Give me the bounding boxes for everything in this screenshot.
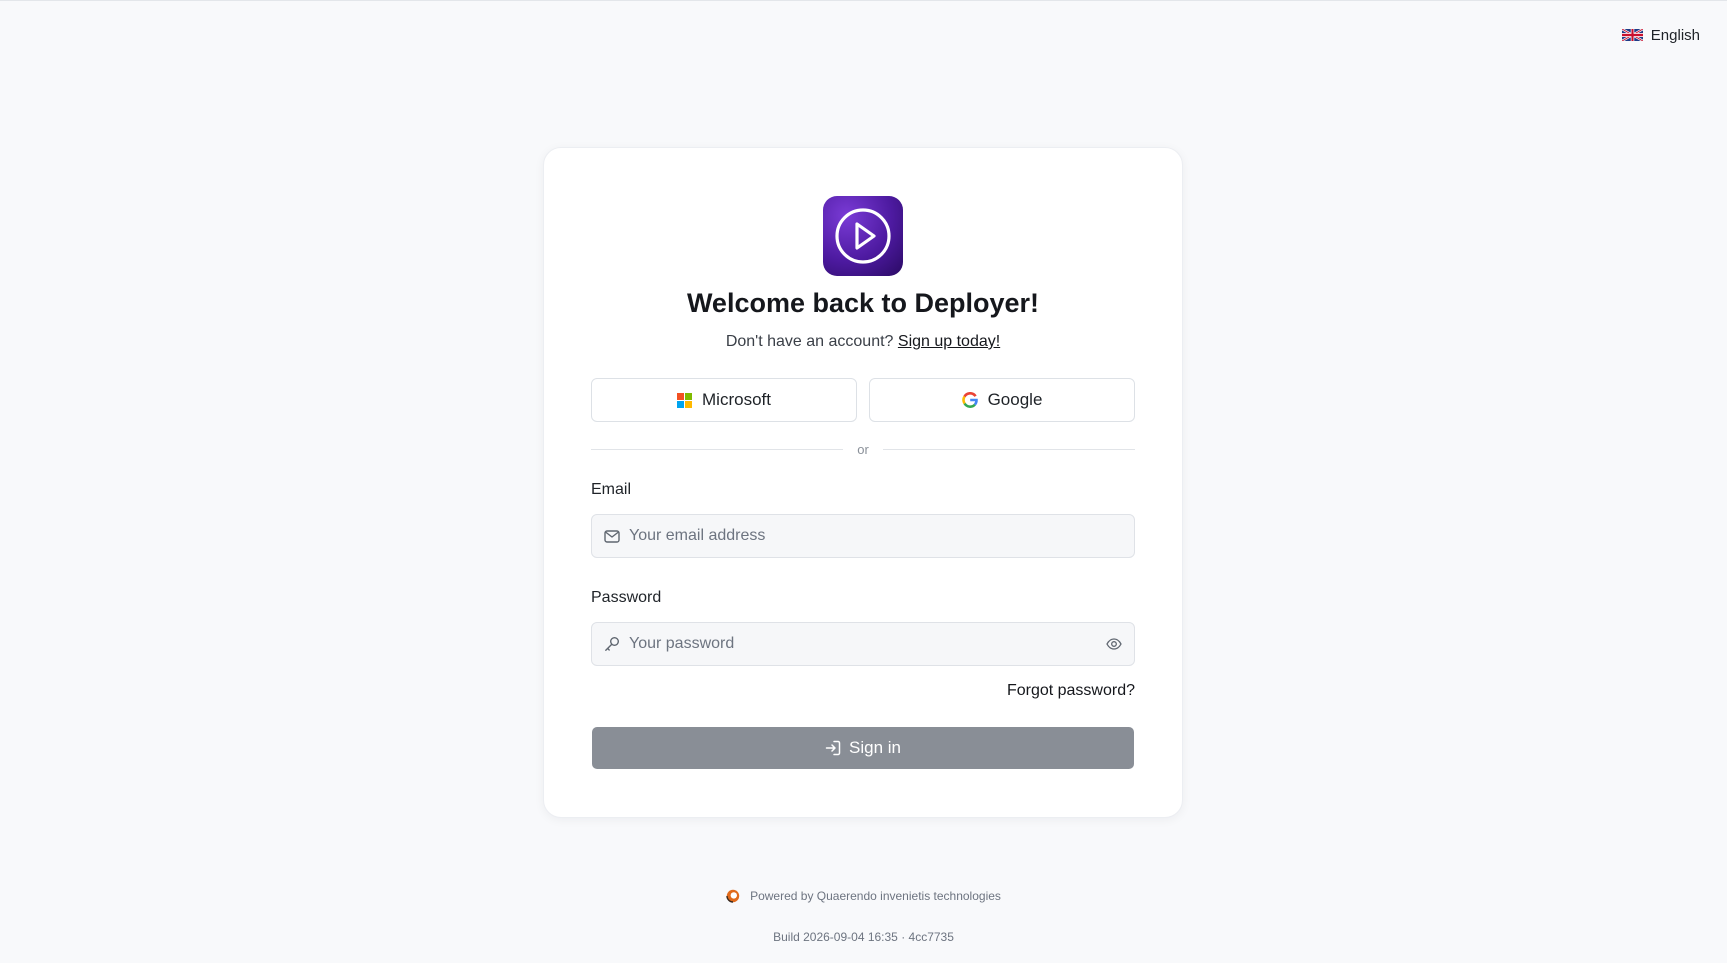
build-info: Build 2026-09-04 16:35 · 4cc7735 — [773, 930, 954, 944]
login-card: Welcome back to Deployer! Don't have an … — [543, 147, 1183, 818]
mail-icon — [603, 527, 621, 545]
quaerendo-logo-icon — [726, 889, 740, 903]
email-label: Email — [591, 481, 632, 498]
signup-prompt-text: Don't have an account? — [725, 333, 894, 350]
password-field[interactable] — [621, 623, 1105, 665]
google-label: Google — [987, 390, 1043, 409]
play-circle-icon — [835, 208, 891, 264]
powered-by-text: Powered by Quaerendo invenietis technolo… — [750, 889, 1001, 903]
or-divider: or — [591, 440, 1135, 458]
language-selector[interactable]: English — [1621, 25, 1700, 45]
sign-in-icon — [825, 740, 841, 756]
divider-line-right — [882, 448, 1135, 450]
email-field-wrapper — [591, 514, 1135, 558]
password-label: Password — [591, 589, 662, 606]
divider-text: or — [857, 441, 869, 457]
page-title: Welcome back to Deployer! — [686, 288, 1040, 318]
eye-icon[interactable] — [1105, 635, 1123, 653]
microsoft-login-button[interactable]: Microsoft — [591, 378, 857, 422]
forgot-password-link[interactable]: Forgot password? — [1007, 682, 1135, 700]
sign-in-label: Sign in — [849, 738, 901, 757]
email-field[interactable] — [621, 515, 1134, 557]
divider-line-left — [591, 448, 844, 450]
key-icon — [603, 635, 621, 653]
sign-in-button[interactable]: Sign in — [592, 727, 1134, 769]
uk-flag-icon — [1621, 29, 1643, 41]
microsoft-logo-icon — [677, 392, 693, 408]
google-login-button[interactable]: Google — [869, 378, 1135, 422]
microsoft-label: Microsoft — [702, 390, 771, 409]
powered-by: Powered by Quaerendo invenietis technolo… — [0, 889, 1727, 903]
signup-link[interactable]: Sign up today! — [898, 333, 1000, 350]
app-logo — [823, 196, 903, 276]
google-logo-icon — [961, 392, 978, 408]
password-field-wrapper — [591, 622, 1135, 666]
signup-prompt: Don't have an account? Sign up today! — [544, 333, 1182, 351]
language-label: English — [1650, 26, 1700, 44]
